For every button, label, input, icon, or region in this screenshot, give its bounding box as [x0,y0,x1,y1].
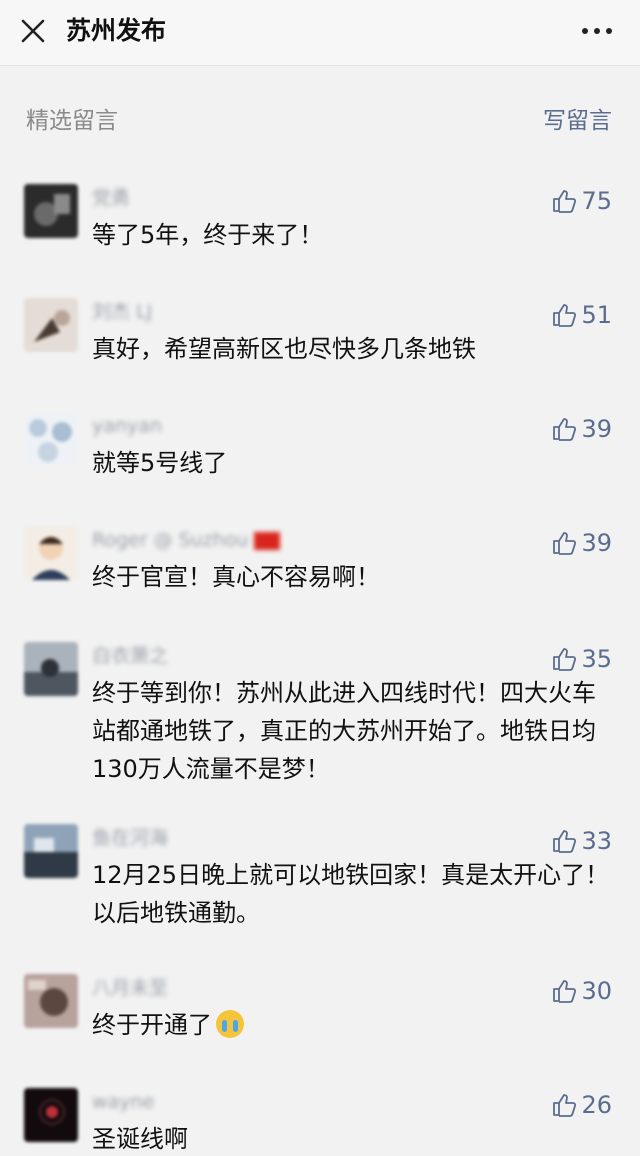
comment-nickname[interactable]: yanyan [92,412,162,440]
thumbs-up-icon [553,418,577,441]
thumbs-up-icon [553,830,577,853]
comment-nickname[interactable]: 鱼在河海 [92,824,168,852]
comment-text: 就等5号线了 [92,449,228,477]
like-count: 26 [581,1091,612,1119]
top-bar: 苏州发布 [0,0,640,66]
more-horizontal-icon [582,28,612,34]
comment-nickname[interactable]: 白衣萧之 [92,642,168,670]
like-button[interactable]: 51 [551,298,612,332]
like-count: 39 [581,415,612,443]
page-title: 苏州发布 [66,16,167,45]
close-icon [21,19,45,43]
avatar[interactable] [24,412,78,466]
like-button[interactable]: 26 [551,1088,612,1122]
comment-nickname[interactable]: wayne [92,1088,154,1116]
avatar[interactable] [24,526,78,580]
section-header: 精选留言 写留言 [0,100,640,142]
thumbs-up-icon [553,532,577,555]
like-button[interactable]: 75 [551,184,612,218]
avatar[interactable] [24,642,78,696]
comment-text: 终于开通了 [92,1006,612,1044]
like-count: 75 [581,187,612,215]
like-button[interactable]: 39 [551,526,612,560]
avatar[interactable] [24,184,78,238]
avatar[interactable] [24,974,78,1028]
like-count: 33 [581,827,612,855]
close-button[interactable] [14,12,52,50]
comment-nickname[interactable]: 刘杰 LJ [92,298,152,326]
like-button[interactable]: 33 [551,824,612,858]
write-comment-link[interactable]: 写留言 [543,100,612,142]
like-count: 35 [581,645,612,673]
comment-text: 真好，希望高新区也尽快多几条地铁 [92,335,476,363]
avatar[interactable] [24,298,78,352]
like-button[interactable]: 30 [551,974,612,1008]
comment-nickname[interactable]: 党勇 [92,184,130,212]
avatar[interactable] [24,824,78,878]
comment-text: 圣诞线啊 [92,1125,188,1153]
like-button[interactable]: 39 [551,412,612,446]
section-label: 精选留言 [26,108,118,134]
like-button[interactable]: 35 [551,642,612,676]
comment-text: 12月25日晚上就可以地铁回家！真是太开心了！以后地铁通勤。 [92,861,610,927]
comment-text: 等了5年，终于来了！ [92,221,324,249]
like-count: 51 [581,301,612,329]
comment-text: 终于官宣！真心不容易啊！ [92,563,380,591]
thumbs-up-icon [553,304,577,327]
comment-text: 终于等到你！苏州从此进入四线时代！四大火车站都通地铁了，真正的大苏州开始了。地铁… [92,679,596,783]
crying-face-emoji-icon [216,1010,244,1038]
like-count: 30 [581,977,612,1005]
comment-nickname[interactable]: 八月未至 [92,974,168,1002]
like-count: 39 [581,529,612,557]
thumbs-up-icon [553,648,577,671]
more-button[interactable] [574,12,620,50]
thumbs-up-icon [553,190,577,213]
comment-nickname[interactable]: Roger @ Suzhou [92,526,281,554]
avatar[interactable] [24,1088,78,1142]
thumbs-up-icon [553,980,577,1003]
thumbs-up-icon [553,1094,577,1117]
china-flag-icon [254,531,281,550]
